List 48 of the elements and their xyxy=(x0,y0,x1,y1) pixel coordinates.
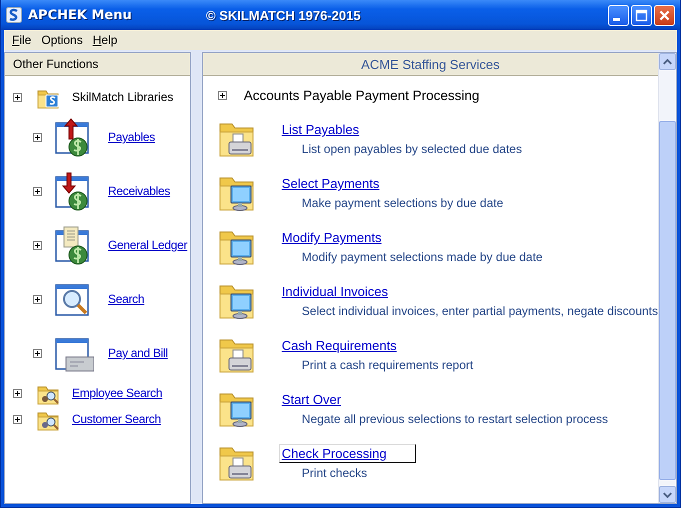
window-subtitle: © SKILMATCH 1976-2015 xyxy=(206,8,362,22)
menu-item[interactable]: Help xyxy=(88,33,122,47)
sidebar-link[interactable]: Receivables xyxy=(108,184,170,198)
sidebar-link[interactable]: Pay and Bill xyxy=(108,346,168,360)
expand-icon[interactable] xyxy=(13,414,22,424)
app-icon xyxy=(6,7,22,23)
sidebar-link[interactable]: Employee Search xyxy=(72,386,162,400)
task-description: Modify payment selections made by due date xyxy=(302,250,543,264)
task-link[interactable]: Cash Requirements xyxy=(278,336,426,355)
minimize-button[interactable] xyxy=(608,4,629,26)
expand-icon[interactable] xyxy=(218,90,227,100)
expand-icon[interactable] xyxy=(13,388,22,398)
minimize-icon xyxy=(613,18,620,20)
expand-icon[interactable] xyxy=(33,132,42,142)
task-link[interactable]: Check Processing xyxy=(278,444,416,463)
task-link[interactable]: Individual Invoices xyxy=(278,282,418,301)
close-button[interactable] xyxy=(654,4,675,26)
task-description: Make payment selections by due date xyxy=(302,196,504,210)
section-title: Accounts Payable Payment Processing xyxy=(244,88,480,102)
menu-item[interactable]: File xyxy=(7,33,36,47)
vertical-scrollbar[interactable] xyxy=(658,53,676,503)
task-description: List open payables by selected due dates xyxy=(302,142,522,156)
window-title: APCHEK Menu xyxy=(28,8,133,22)
expand-icon[interactable] xyxy=(13,92,22,102)
sidebar-link[interactable]: Search xyxy=(108,292,144,306)
expand-icon[interactable] xyxy=(33,240,42,250)
expand-icon[interactable] xyxy=(33,294,42,304)
tree-item[interactable]: SkilMatch Libraries xyxy=(72,90,174,104)
task-link[interactable]: Select Payments xyxy=(278,174,408,193)
menu-item[interactable]: Options xyxy=(36,33,88,47)
task-link[interactable]: Start Over xyxy=(278,390,370,409)
expand-icon[interactable] xyxy=(33,186,42,196)
sidebar-link[interactable]: Payables xyxy=(108,130,155,144)
panel-header: Other Functions xyxy=(5,53,190,76)
task-description: Print a cash requirements report xyxy=(302,358,474,372)
expand-icon[interactable] xyxy=(33,348,42,358)
scroll-down-button[interactable] xyxy=(659,486,676,503)
task-description: Print checks xyxy=(302,466,368,480)
panel-header: ACME Staffing Services xyxy=(202,53,658,76)
maximize-button[interactable] xyxy=(631,4,652,26)
task-link[interactable]: List Payables xyxy=(278,120,388,139)
scroll-thumb[interactable] xyxy=(659,121,676,480)
task-link[interactable]: Modify Payments xyxy=(278,228,410,247)
task-description: Negate all previous selections to restart selection process xyxy=(302,412,608,426)
sidebar-link[interactable]: General Ledger xyxy=(108,238,188,252)
scroll-up-button[interactable] xyxy=(659,53,676,70)
sidebar-link[interactable]: Customer Search xyxy=(72,412,161,426)
task-description: Select individual invoices, enter partial payments, negate discounts xyxy=(302,304,658,318)
